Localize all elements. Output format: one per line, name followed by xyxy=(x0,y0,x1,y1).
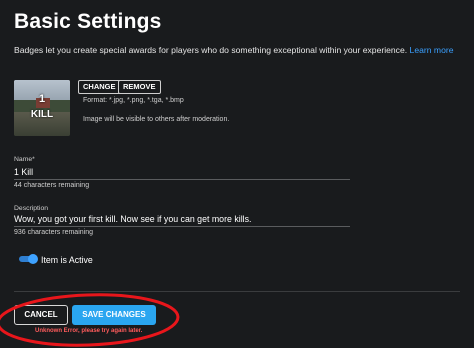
annotation-circle xyxy=(0,293,180,347)
